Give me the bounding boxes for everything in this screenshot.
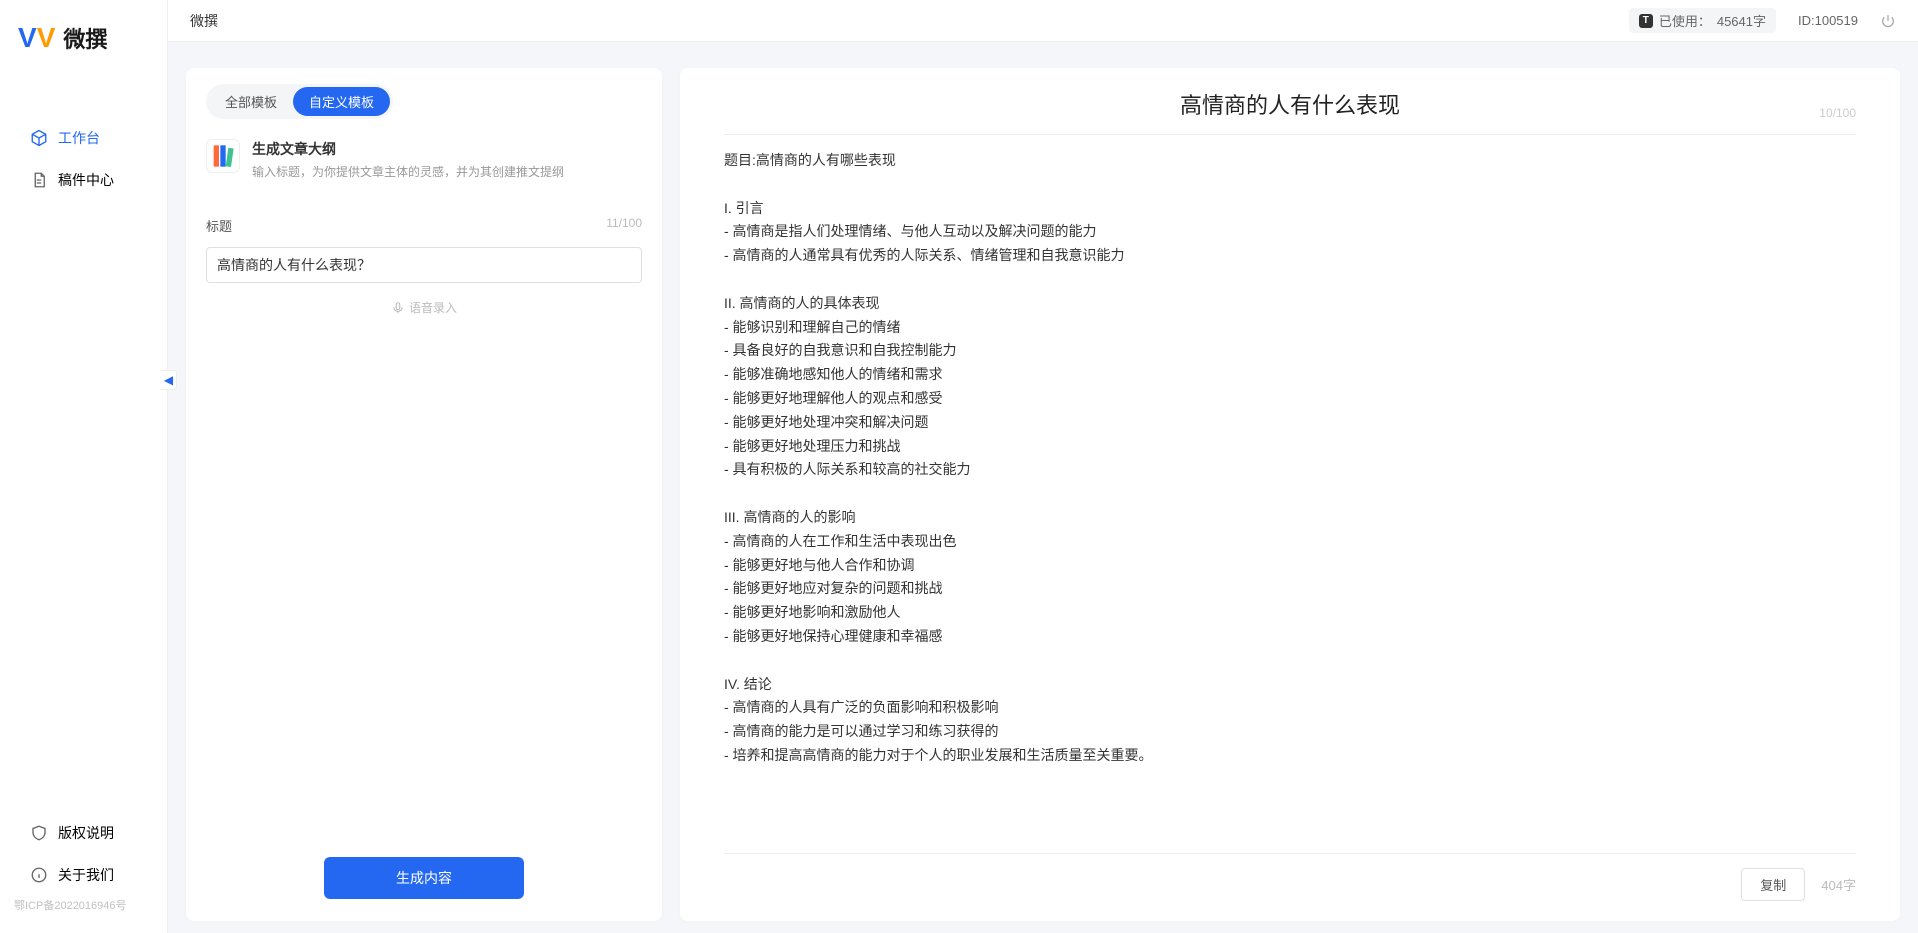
logo[interactable]: VV 微撰 xyxy=(0,0,167,76)
usage-value: 45641字 xyxy=(1717,11,1766,30)
sidebar-footer: 版权说明 关于我们 鄂ICP备2022016946号 xyxy=(0,811,167,933)
nav-item-drafts[interactable]: 稿件中心 xyxy=(10,160,157,200)
generate-button[interactable]: 生成内容 xyxy=(324,857,524,899)
main: 微撰 T 已使用： 45641字 ID:100519 全部模板 自定义模板 xyxy=(168,0,1918,933)
workspace: 全部模板 自定义模板 生成文章大纲 输入标题，为你提供文章主体的灵感，并为其创建… xyxy=(168,42,1918,933)
title-field-header: 标题 11/100 xyxy=(206,216,642,235)
nav-item-label: 稿件中心 xyxy=(58,170,114,190)
usage-badge-icon: T xyxy=(1639,14,1653,28)
icp-text: 鄂ICP备2022016946号 xyxy=(0,897,167,917)
nav-item-label: 工作台 xyxy=(58,128,100,148)
topbar-title: 微撰 xyxy=(190,11,218,31)
template-tabs: 全部模板 自定义模板 xyxy=(206,84,393,119)
doc-title-count: 10/100 xyxy=(1819,106,1856,120)
power-icon[interactable] xyxy=(1880,13,1896,29)
user-id: ID:100519 xyxy=(1798,13,1858,28)
usage-chip[interactable]: T 已使用： 45641字 xyxy=(1629,8,1776,33)
sidebar-collapse-handle[interactable]: ◀ xyxy=(161,370,177,390)
template-desc: 输入标题，为你提供文章主体的灵感，并为其创建推文提纲 xyxy=(252,163,564,180)
voice-input-button[interactable]: 语音录入 xyxy=(206,299,642,316)
shield-icon xyxy=(30,824,48,842)
nav-item-about[interactable]: 关于我们 xyxy=(10,855,157,895)
template-title: 生成文章大纲 xyxy=(252,139,564,159)
voice-label: 语音录入 xyxy=(409,299,457,316)
topbar: 微撰 T 已使用： 45641字 ID:100519 xyxy=(168,0,1918,42)
title-field-count: 11/100 xyxy=(606,216,642,235)
nav-list: 工作台 稿件中心 xyxy=(0,116,167,811)
chevron-left-icon: ◀ xyxy=(164,373,173,387)
title-field-label: 标题 xyxy=(206,216,232,235)
panel-left: 全部模板 自定义模板 生成文章大纲 输入标题，为你提供文章主体的灵感，并为其创建… xyxy=(186,68,662,921)
copy-button[interactable]: 复制 xyxy=(1741,868,1805,901)
topbar-right: T 已使用： 45641字 ID:100519 xyxy=(1629,8,1896,33)
title-input[interactable] xyxy=(206,247,642,283)
logo-text: 微撰 xyxy=(63,22,107,54)
char-count: 404字 xyxy=(1821,875,1856,894)
template-books-icon xyxy=(206,139,240,173)
tab-all-templates[interactable]: 全部模板 xyxy=(209,87,293,116)
logo-mark-icon: VV xyxy=(18,22,55,54)
panel-right: 高情商的人有什么表现 10/100 题目:高情商的人有哪些表现 I. 引言 - … xyxy=(680,68,1900,921)
template-card[interactable]: 生成文章大纲 输入标题，为你提供文章主体的灵感，并为其创建推文提纲 xyxy=(206,139,642,180)
sidebar: VV 微撰 工作台 稿件中心 版权说明 关于我们 xyxy=(0,0,168,933)
doc-title[interactable]: 高情商的人有什么表现 xyxy=(1180,88,1400,120)
nav-item-workspace[interactable]: 工作台 xyxy=(10,118,157,158)
cube-icon xyxy=(30,129,48,147)
nav-item-copyright[interactable]: 版权说明 xyxy=(10,813,157,853)
doc-title-row: 高情商的人有什么表现 10/100 xyxy=(724,88,1856,135)
microphone-icon xyxy=(391,301,405,315)
tab-custom-templates[interactable]: 自定义模板 xyxy=(293,87,390,116)
doc-body[interactable]: 题目:高情商的人有哪些表现 I. 引言 - 高情商是指人们处理情绪、与他人互动以… xyxy=(724,149,1856,843)
usage-prefix: 已使用： xyxy=(1659,11,1711,30)
doc-footer: 复制 404字 xyxy=(724,853,1856,901)
nav-item-label: 版权说明 xyxy=(58,823,114,843)
document-icon xyxy=(30,171,48,189)
nav-item-label: 关于我们 xyxy=(58,865,114,885)
info-icon xyxy=(30,866,48,884)
